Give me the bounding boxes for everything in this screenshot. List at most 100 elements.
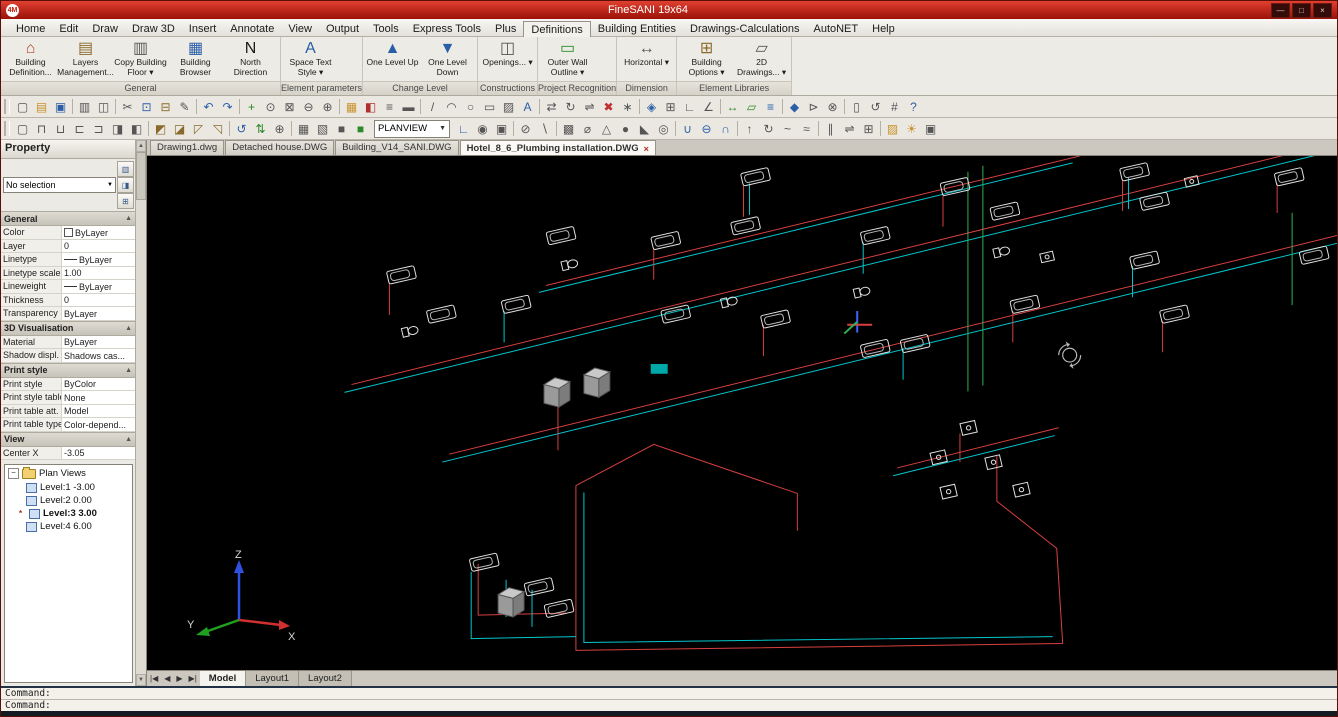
orbit-3d-button[interactable]: ↺ bbox=[232, 120, 251, 138]
view-back-button[interactable]: ◧ bbox=[127, 120, 146, 138]
menu-insert[interactable]: Insert bbox=[182, 21, 224, 36]
line-button[interactable]: / bbox=[423, 98, 442, 116]
tree-collapse-icon[interactable]: − bbox=[8, 468, 19, 479]
layers-button[interactable]: ▦ bbox=[342, 98, 361, 116]
pan-3d-button[interactable]: ⇅ bbox=[251, 120, 270, 138]
ortho-button[interactable]: ∟ bbox=[680, 98, 699, 116]
render-button[interactable]: ■ bbox=[351, 120, 370, 138]
tree-item-level-3[interactable]: * Level:3 3.00 bbox=[5, 507, 132, 520]
section-header-general[interactable]: General ▲ bbox=[1, 211, 135, 226]
scrollbar-thumb[interactable] bbox=[136, 152, 146, 200]
horizontal-dimension-button[interactable]: ↔ Horizontal ▾ bbox=[619, 38, 674, 68]
zoom-window-button[interactable]: ⊠ bbox=[280, 98, 299, 116]
zoom-3d-button[interactable]: ⊕ bbox=[270, 120, 289, 138]
rotate-button[interactable]: ↻ bbox=[561, 98, 580, 116]
section-header-view[interactable]: View ▲ bbox=[1, 431, 135, 447]
openings-button[interactable]: ◫ Openings... ▾ bbox=[480, 38, 535, 68]
layers-management-button[interactable]: ▤ Layers Management... bbox=[57, 38, 114, 77]
view-top-button[interactable]: ⊓ bbox=[32, 120, 51, 138]
erase-button[interactable]: ✖ bbox=[599, 98, 618, 116]
solid-cone-button[interactable]: △ bbox=[597, 120, 616, 138]
planview-dropdown[interactable]: PLANVIEW ▼ bbox=[374, 119, 450, 138]
layout-tab-layout2[interactable]: Layout2 bbox=[299, 671, 352, 686]
scroll-up-icon[interactable]: ▲ bbox=[136, 140, 146, 152]
lights-button[interactable]: ☀ bbox=[902, 120, 921, 138]
view-sw-iso-button[interactable]: ◩ bbox=[151, 120, 170, 138]
xref-button[interactable]: ⊗ bbox=[823, 98, 842, 116]
new-drawing-button[interactable]: ▢ bbox=[13, 98, 32, 116]
linetype-button[interactable]: ≡ bbox=[380, 98, 399, 116]
hatch-button[interactable]: ▨ bbox=[499, 98, 518, 116]
match-properties-button[interactable]: ✎ bbox=[175, 98, 194, 116]
named-views-button[interactable]: ▢ bbox=[13, 120, 32, 138]
building-options-button[interactable]: ⊞ Building Options ▾ bbox=[679, 38, 734, 77]
distance-button[interactable]: ↔ bbox=[723, 98, 742, 116]
zoom-in-button[interactable]: ⊕ bbox=[318, 98, 337, 116]
menu-edit[interactable]: Edit bbox=[52, 21, 85, 36]
tree-root[interactable]: − Plan Views bbox=[5, 465, 132, 481]
help-button[interactable]: ? bbox=[904, 98, 923, 116]
layout-nav-icon[interactable]: ◀ bbox=[161, 674, 173, 683]
text-button[interactable]: A bbox=[518, 98, 537, 116]
lineweight-button[interactable]: ▬ bbox=[399, 98, 418, 116]
view-bottom-button[interactable]: ⊔ bbox=[51, 120, 70, 138]
view-se-iso-button[interactable]: ◪ bbox=[170, 120, 189, 138]
building-browser-button[interactable]: ▦ Building Browser bbox=[168, 38, 223, 77]
property-panel-scrollbar[interactable]: ▲ ▼ bbox=[135, 140, 147, 686]
view-front-button[interactable]: ◨ bbox=[108, 120, 127, 138]
rectangle-button[interactable]: ▭ bbox=[480, 98, 499, 116]
drawing-tab-detached-house-dwg[interactable]: Detached house.DWG bbox=[225, 140, 335, 155]
outer-wall-outline-button[interactable]: ▭ Outer Wall Outline ▾ bbox=[540, 38, 595, 77]
named-ucs-button[interactable]: ▣ bbox=[492, 120, 511, 138]
menu-tools[interactable]: Tools bbox=[366, 21, 406, 36]
ucs-button[interactable]: ∟ bbox=[454, 120, 473, 138]
materials-button[interactable]: ▨ bbox=[883, 120, 902, 138]
section-header-print-style[interactable]: Print style ▲ bbox=[1, 362, 135, 378]
2d-drawings-button[interactable]: ▱ 2D Drawings... ▾ bbox=[734, 38, 789, 77]
arc-button[interactable]: ◠ bbox=[442, 98, 461, 116]
hidden-lines-button[interactable]: ▧ bbox=[313, 120, 332, 138]
intersect-button[interactable]: ∩ bbox=[716, 120, 735, 138]
layout-tab-model[interactable]: Model bbox=[199, 671, 247, 686]
building-definition-button[interactable]: ⌂ Building Definition... bbox=[3, 38, 58, 77]
solid-sphere-button[interactable]: ● bbox=[616, 120, 635, 138]
layout-tab-layout1[interactable]: Layout1 bbox=[246, 671, 300, 686]
insert-block-button[interactable]: ⊳ bbox=[804, 98, 823, 116]
print-preview-button[interactable]: ◫ bbox=[94, 98, 113, 116]
tree-item-level-4[interactable]: Level:4 6.00 bbox=[5, 520, 132, 533]
menu-help[interactable]: Help bbox=[865, 21, 902, 36]
area-button[interactable]: ▱ bbox=[742, 98, 761, 116]
drawing-tab-building-v14-sani-dwg[interactable]: Building_V14_SANI.DWG bbox=[335, 140, 459, 155]
view-left-button[interactable]: ⊏ bbox=[70, 120, 89, 138]
save-button[interactable]: ▣ bbox=[51, 98, 70, 116]
layout-nav-icon[interactable]: |◀ bbox=[147, 674, 161, 683]
shaded-button[interactable]: ■ bbox=[332, 120, 351, 138]
solid-box-button[interactable]: ▩ bbox=[559, 120, 578, 138]
array-3d-button[interactable]: ⊞ bbox=[859, 120, 878, 138]
close-tab-icon[interactable]: × bbox=[644, 144, 649, 154]
redo-button[interactable]: ↷ bbox=[218, 98, 237, 116]
menu-view[interactable]: View bbox=[281, 21, 319, 36]
menu-annotate[interactable]: Annotate bbox=[223, 21, 281, 36]
toggle-pickadd-button[interactable]: ▥ bbox=[117, 161, 134, 177]
move-button[interactable]: ⇄ bbox=[542, 98, 561, 116]
regen-button[interactable]: ↺ bbox=[866, 98, 885, 116]
align-3d-button[interactable]: ∥ bbox=[821, 120, 840, 138]
one-level-down-button[interactable]: ▼ One Level Down bbox=[420, 38, 475, 77]
copy-building-floor-button[interactable]: ▥ Copy Building Floor ▾ bbox=[113, 38, 168, 77]
zoom-realtime-button[interactable]: ⊙ bbox=[261, 98, 280, 116]
scroll-down-icon[interactable]: ▼ bbox=[136, 674, 146, 686]
mirror-3d-button[interactable]: ⇌ bbox=[840, 120, 859, 138]
list-button[interactable]: ≡ bbox=[761, 98, 780, 116]
sweep-button[interactable]: ~ bbox=[778, 120, 797, 138]
menu-home[interactable]: Home bbox=[9, 21, 52, 36]
slice-button[interactable]: ∖ bbox=[535, 120, 554, 138]
drawing-tab-drawing1-dwg[interactable]: Drawing1.dwg bbox=[150, 140, 225, 155]
maximize-button[interactable]: □ bbox=[1292, 2, 1311, 18]
solid-wedge-button[interactable]: ◣ bbox=[635, 120, 654, 138]
minimize-button[interactable]: — bbox=[1271, 2, 1290, 18]
color-control-button[interactable]: ◧ bbox=[361, 98, 380, 116]
section-button[interactable]: ⊘ bbox=[516, 120, 535, 138]
close-button[interactable]: × bbox=[1313, 2, 1332, 18]
menu-draw-3d[interactable]: Draw 3D bbox=[125, 21, 182, 36]
